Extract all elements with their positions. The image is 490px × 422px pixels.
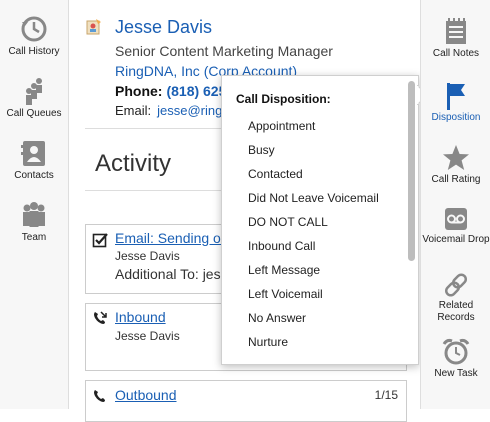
nav-call-rating[interactable]: Call Rating bbox=[421, 144, 490, 186]
disposition-option[interactable]: Contacted bbox=[248, 167, 303, 181]
nav-team-label: Team bbox=[21, 232, 47, 243]
disposition-option[interactable]: Nurture bbox=[248, 335, 288, 349]
nav-call-notes-label: Call Notes bbox=[432, 48, 480, 59]
nav-new-task[interactable]: New Task bbox=[421, 338, 490, 380]
email-label: Email: bbox=[115, 103, 152, 118]
popup-title: Call Disposition: bbox=[236, 92, 331, 106]
nav-call-queues-label: Call Queues bbox=[6, 108, 62, 119]
activity-item-title[interactable]: Outbound bbox=[115, 387, 177, 403]
contacts-icon bbox=[21, 141, 45, 166]
nav-voicemail-drop[interactable]: Voicemail Drop bbox=[421, 206, 490, 246]
inbound-call-icon bbox=[94, 311, 107, 324]
popup-scrollbar[interactable] bbox=[408, 81, 415, 261]
nav-call-rating-label: Call Rating bbox=[431, 174, 481, 185]
outbound-call-icon bbox=[94, 390, 105, 402]
nav-call-queues[interactable]: Call Queues bbox=[0, 76, 68, 119]
notepad-icon bbox=[446, 18, 466, 44]
call-history-icon bbox=[21, 16, 47, 42]
activity-item-extra: Additional To: jes bbox=[115, 266, 221, 282]
activity-item-title[interactable]: Email: Sending ov bbox=[115, 230, 228, 246]
phone-label: Phone: bbox=[115, 83, 163, 99]
left-sidebar: Call History Call Queues Contacts Team bbox=[0, 0, 69, 409]
contact-card-icon bbox=[86, 19, 101, 35]
nav-related-records[interactable]: Related Records bbox=[421, 272, 490, 324]
nav-contacts-label: Contacts bbox=[14, 170, 54, 181]
disposition-option[interactable]: Appointment bbox=[248, 119, 315, 133]
disposition-option[interactable]: Inbound Call bbox=[248, 239, 315, 253]
nav-call-history[interactable]: Call History bbox=[0, 14, 68, 57]
flag-icon bbox=[447, 83, 465, 110]
disposition-option[interactable]: Left Message bbox=[248, 263, 320, 277]
phone-value[interactable]: (818) 625 bbox=[166, 83, 226, 99]
disposition-option[interactable]: DO NOT CALL bbox=[248, 215, 328, 229]
link-icon bbox=[444, 273, 468, 297]
activity-item-outbound[interactable]: Outbound 1/15 bbox=[85, 380, 407, 422]
team-icon bbox=[23, 202, 45, 227]
nav-contacts[interactable]: Contacts bbox=[0, 138, 68, 181]
contact-name[interactable]: Jesse Davis bbox=[115, 17, 212, 38]
nav-voicemail-drop-label: Voicemail Drop bbox=[422, 234, 490, 245]
contact-title: Senior Content Marketing Manager bbox=[115, 43, 333, 59]
phone-row: Phone: (818) 625 bbox=[115, 83, 226, 99]
nav-new-task-label: New Task bbox=[434, 368, 478, 379]
activity-item-person: Jesse Davis bbox=[115, 329, 180, 343]
call-disposition-popup: Call Disposition: Appointment Busy Conta… bbox=[221, 75, 419, 365]
activity-item-title[interactable]: Inbound bbox=[115, 309, 166, 325]
disposition-option[interactable]: Busy bbox=[248, 143, 275, 157]
email-row: Email: jesse@ring bbox=[115, 103, 222, 118]
checkbox-checked-icon bbox=[92, 233, 108, 248]
activity-item-person: Jesse Davis bbox=[115, 249, 180, 263]
activity-item-count: 1/15 bbox=[374, 388, 398, 402]
star-icon bbox=[443, 145, 469, 170]
nav-team[interactable]: Team bbox=[0, 200, 68, 243]
nav-disposition-label: Disposition bbox=[431, 112, 481, 123]
nav-call-history-label: Call History bbox=[8, 46, 60, 57]
voicemail-icon bbox=[445, 208, 467, 230]
disposition-option[interactable]: No Answer bbox=[248, 311, 306, 325]
nav-disposition[interactable]: Disposition bbox=[421, 82, 490, 124]
alarm-clock-icon bbox=[442, 338, 470, 365]
disposition-option[interactable]: Did Not Leave Voicemail bbox=[248, 191, 379, 205]
right-sidebar: Call Notes Disposition Call Rating Voice… bbox=[420, 0, 490, 409]
call-queues-icon bbox=[26, 78, 42, 105]
email-value[interactable]: jesse@ring bbox=[157, 103, 222, 118]
nav-call-notes[interactable]: Call Notes bbox=[421, 18, 490, 60]
nav-related-records-label: Related Records bbox=[437, 300, 475, 323]
disposition-option[interactable]: Left Voicemail bbox=[248, 287, 323, 301]
activity-heading: Activity bbox=[95, 150, 172, 177]
